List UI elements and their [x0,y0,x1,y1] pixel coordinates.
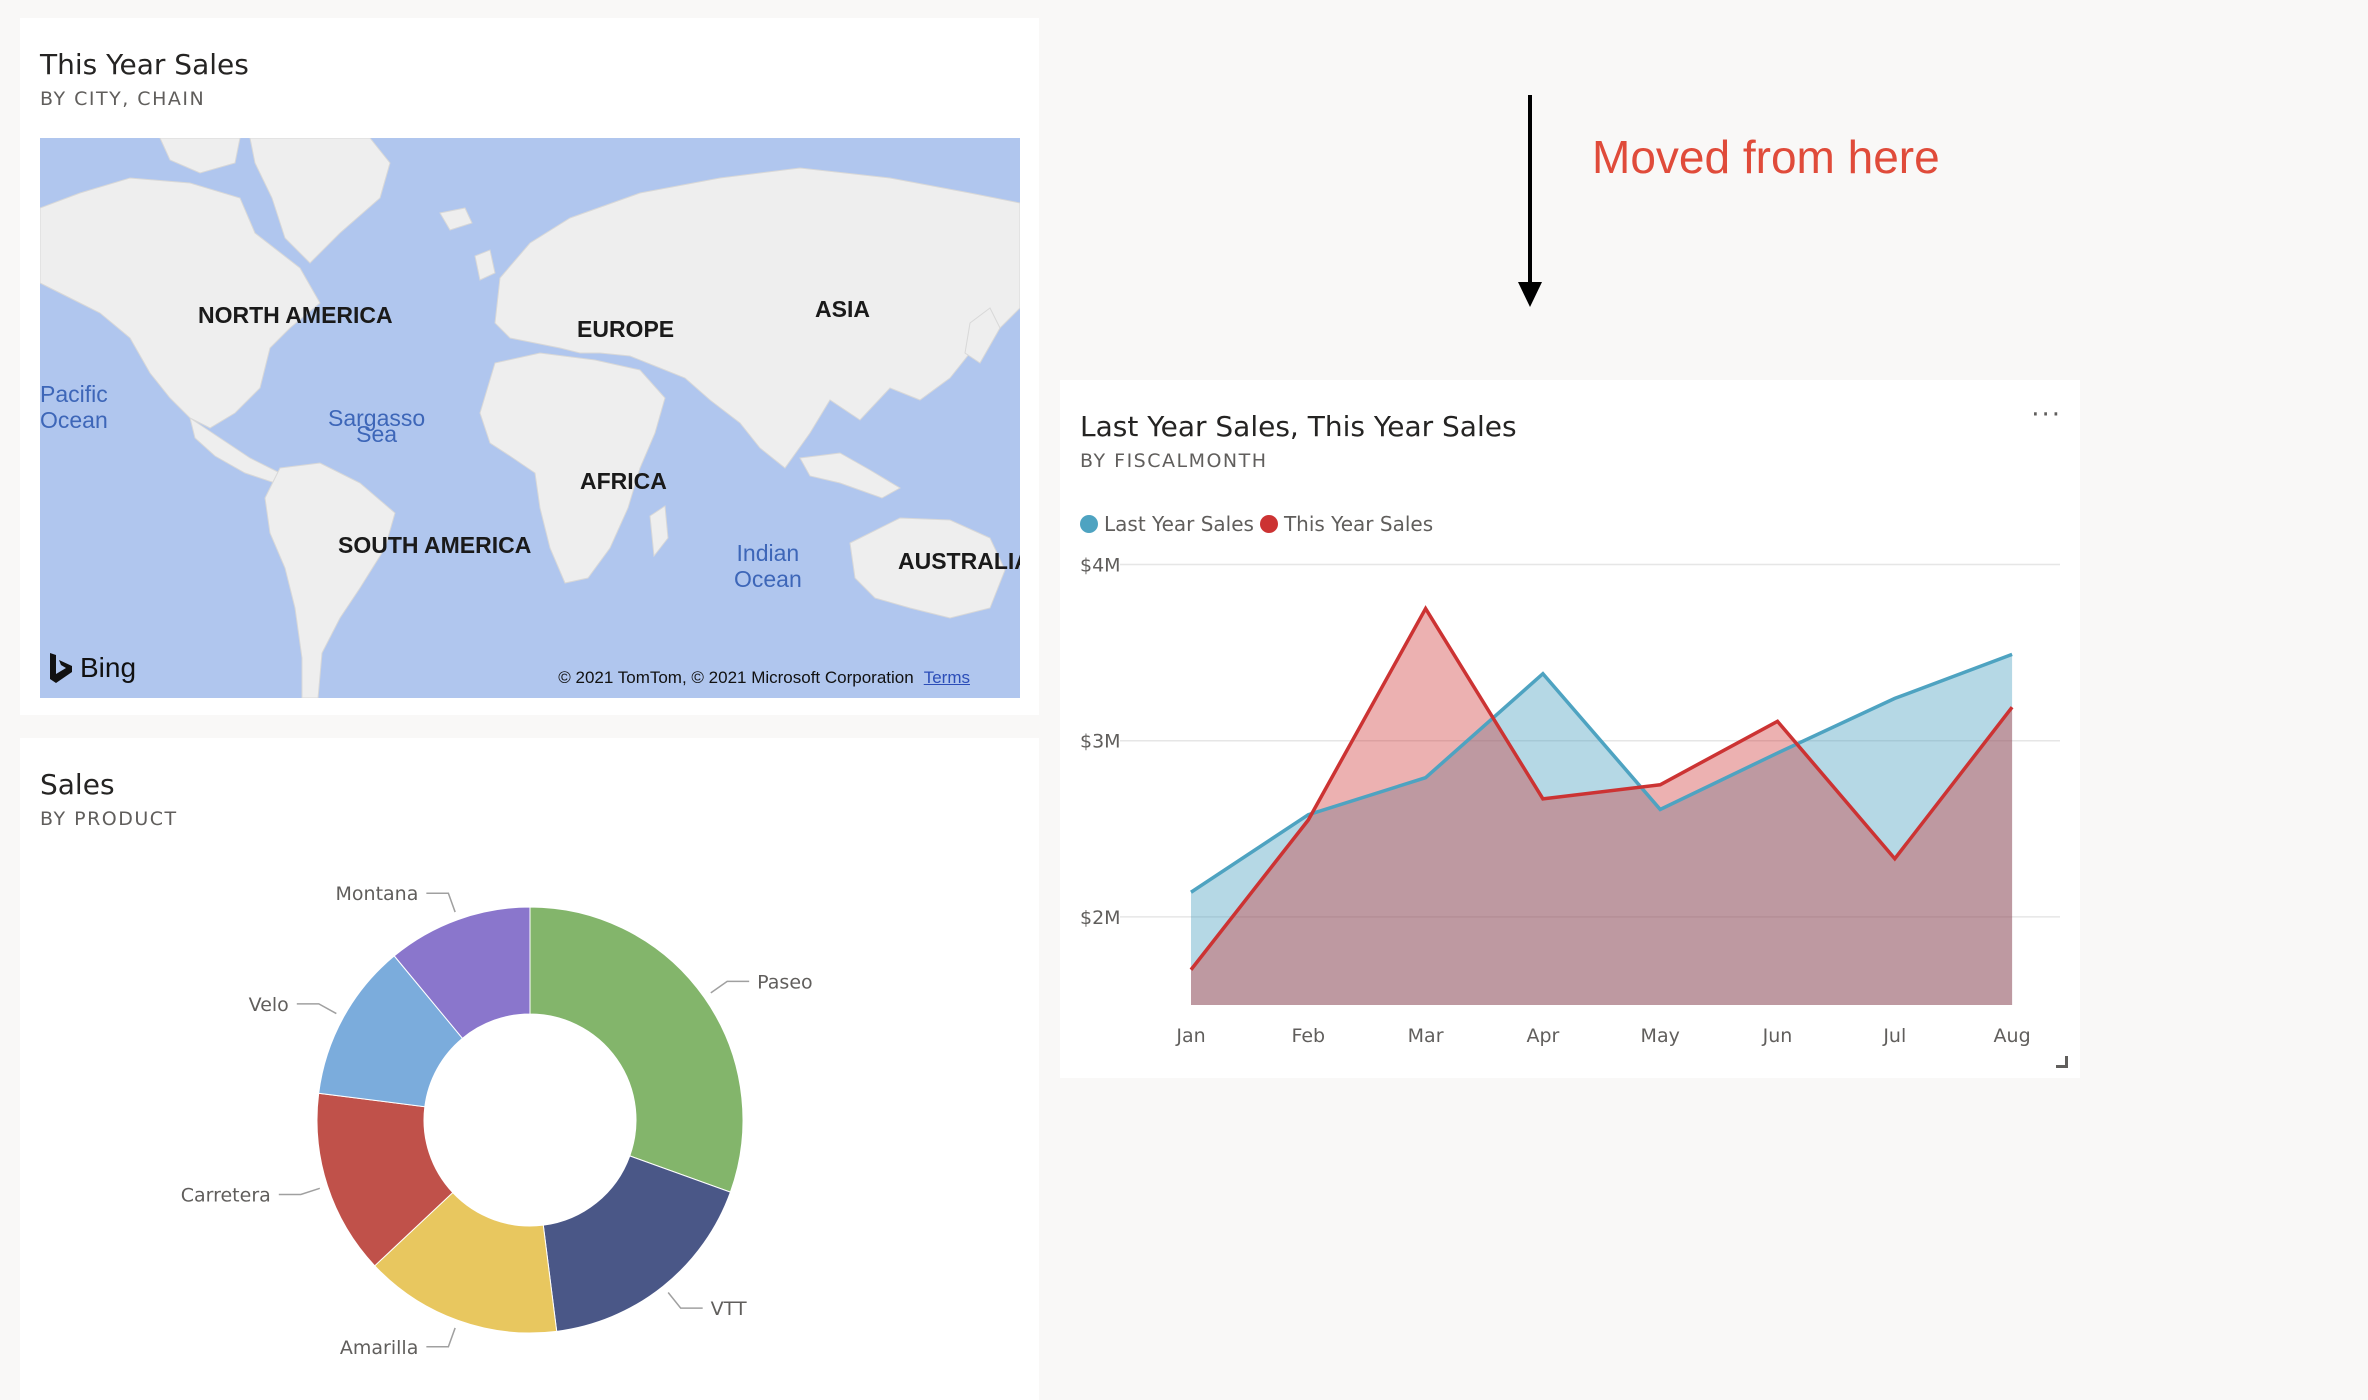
leader-line-vtt [667,1292,703,1309]
x-tick-may: May [1641,1025,1680,1047]
world-map-land [40,138,1020,698]
point-last-year-sales-aug[interactable] [2007,649,2017,659]
point-this-year-sales-jul[interactable] [1890,854,1900,864]
label-africa: AFRICA [580,468,667,494]
donut-tile[interactable]: Sales BY PRODUCT Paseo VTT Amarilla Carrete… [20,738,1039,1400]
point-this-year-sales-apr[interactable] [1538,794,1548,804]
donut-slice-paseo[interactable] [529,906,744,1193]
point-last-year-sales-jun[interactable] [1773,748,1783,758]
bing-logo: Bing [48,652,136,684]
label-europe: EUROPE [577,316,675,342]
area-chart-tile[interactable]: Last Year Sales, This Year Sales BY FISC… [1060,380,2080,1078]
point-this-year-sales-jun[interactable] [1773,716,1783,726]
map-tile[interactable]: This Year Sales BY CITY, CHAIN NORTH AME… [20,18,1039,715]
terms-link[interactable]: Terms [924,668,970,687]
x-tick-jul: Jul [1882,1025,1906,1047]
x-tick-jun: Jun [1762,1025,1793,1047]
annotation-label: Moved from here [1592,131,1940,183]
point-this-year-sales-may[interactable] [1655,780,1665,790]
point-last-year-sales-may[interactable] [1655,804,1665,814]
donut-label-amarilla: Amarilla [340,1337,418,1359]
bing-icon [50,653,72,683]
label-asia: ASIA [815,296,870,322]
x-tick-mar: Mar [1408,1025,1444,1047]
y-tick-3m: $3M [1080,731,1121,753]
map-tile-subtitle: BY CITY, CHAIN [40,88,206,110]
annotation-arrow [1518,95,1542,307]
map-tile-title: This Year Sales [40,48,249,81]
x-tick-apr: Apr [1526,1025,1559,1047]
label-indian-line1: Indian [736,540,800,566]
x-tick-jan: Jan [1175,1025,1205,1047]
point-last-year-sales-apr[interactable] [1538,669,1548,679]
y-tick-4m: $4M [1080,555,1121,577]
point-this-year-sales-mar[interactable] [1421,604,1431,614]
donut-slice-vtt[interactable] [542,1155,732,1332]
y-tick-2m: $2M [1080,907,1121,929]
leader-line-amarilla [426,1327,456,1348]
point-last-year-sales-mar[interactable] [1421,773,1431,783]
copyright-text: © 2021 TomTom, © 2021 Microsoft Corporat… [558,668,914,687]
area-chart[interactable]: $4M $3M $2M Jan Feb Mar Apr May Jun Jul Aug [1060,380,2080,1078]
donut-label-montana: Montana [336,883,419,905]
resize-handle[interactable] [2056,1056,2068,1068]
leader-line-montana [426,892,456,913]
label-pacific-ocean: Pacific Ocean [40,381,108,433]
label-north-america: NORTH AMERICA [198,302,393,328]
label-australia: AUSTRALIA [898,548,1020,574]
label-indian-line2: Ocean [734,566,802,592]
map-copyright: © 2021 TomTom, © 2021 Microsoft Corporat… [558,668,970,688]
x-tick-aug: Aug [1994,1025,2031,1047]
donut-chart[interactable]: Paseo VTT Amarilla Carretera Velo Montana [20,738,1039,1400]
point-last-year-sales-jul[interactable] [1890,693,1900,703]
donut-label-velo: Velo [249,994,289,1016]
label-south-america: SOUTH AMERICA [338,532,532,558]
donut-label-carretera: Carretera [181,1184,271,1206]
point-this-year-sales-aug[interactable] [2007,702,2017,712]
label-pacific-line1: Pacific [40,381,108,407]
point-this-year-sales-feb[interactable] [1303,815,1313,825]
donut-label-vtt: VTT [711,1298,747,1320]
leader-line-paseo [710,980,750,994]
donut-label-paseo: Paseo [757,971,812,993]
x-tick-feb: Feb [1291,1025,1325,1047]
label-sargasso-sea: Sargasso Sea [328,407,425,446]
point-this-year-sales-jan[interactable] [1186,965,1196,975]
label-pacific-line2: Ocean [40,407,108,433]
world-map[interactable]: NORTH AMERICA EUROPE ASIA AFRICA SOUTH A… [40,138,1020,698]
bing-label: Bing [80,652,137,683]
point-last-year-sales-jan[interactable] [1186,887,1196,897]
label-indian-ocean: Indian Ocean [734,540,802,592]
leader-line-velo [296,1003,337,1015]
leader-line-carretera [278,1187,321,1196]
